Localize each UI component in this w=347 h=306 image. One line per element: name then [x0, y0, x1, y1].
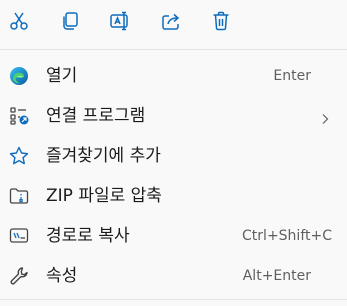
trash-icon [210, 10, 232, 32]
menu-item-properties[interactable]: 속성 Alt+Enter [0, 256, 347, 296]
open-with-icon [8, 105, 30, 127]
menu-item-label: ZIP 파일로 압축 [46, 186, 162, 206]
share-button[interactable] [156, 6, 186, 36]
zip-folder-icon [8, 185, 30, 207]
menu-item-open-with[interactable]: 연결 프로그램 [0, 96, 347, 136]
edge-browser-icon [8, 65, 30, 87]
menu-item-compress-zip[interactable]: ZIP 파일로 압축 [0, 176, 347, 216]
share-icon [160, 10, 182, 32]
delete-button[interactable] [206, 6, 236, 36]
menu-item-label: 연결 프로그램 [46, 106, 146, 126]
scissors-icon [8, 10, 30, 32]
menu-item-shortcut: Enter [273, 68, 311, 84]
bottom-divider [0, 299, 347, 300]
rename-button[interactable] [105, 6, 135, 36]
context-menu: 열기 Enter 연결 프로그램 즐겨찾기에 추가 ZIP 파일로 압축 경로로… [0, 0, 347, 306]
menu-item-add-favorites[interactable]: 즐겨찾기에 추가 [0, 136, 347, 176]
context-toolbar [0, 0, 347, 44]
menu-item-shortcut: Alt+Enter [242, 268, 311, 284]
toolbar-divider [0, 49, 347, 50]
copy-path-icon [8, 225, 30, 247]
copy-icon [59, 10, 81, 32]
star-icon [8, 145, 30, 167]
menu-item-copy-path[interactable]: 경로로 복사 Ctrl+Shift+C [0, 216, 347, 256]
menu-item-label: 즐겨찾기에 추가 [46, 146, 161, 166]
copy-button[interactable] [55, 6, 85, 36]
menu-item-shortcut: Ctrl+Shift+C [242, 228, 332, 244]
menu-item-label: 속성 [46, 266, 78, 286]
menu-item-label: 열기 [46, 66, 78, 86]
wrench-icon [8, 265, 30, 287]
chevron-right-icon [319, 110, 331, 124]
menu-item-open[interactable]: 열기 Enter [0, 56, 347, 96]
cut-button[interactable] [4, 6, 34, 36]
menu-item-label: 경로로 복사 [46, 226, 130, 246]
rename-icon [109, 10, 131, 32]
